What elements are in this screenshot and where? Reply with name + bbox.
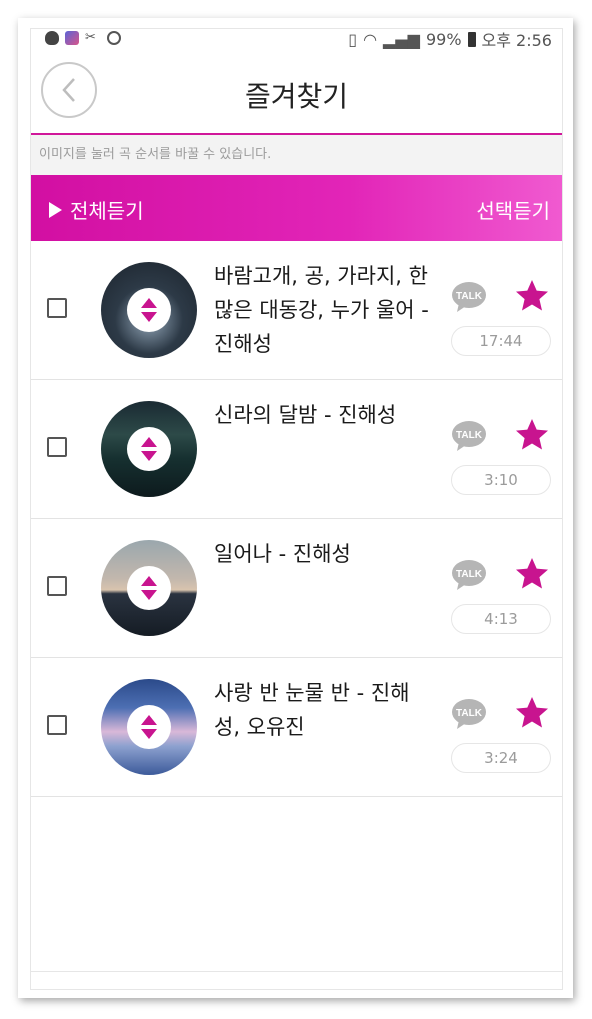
battery-percent: 99%: [425, 29, 462, 49]
song-title[interactable]: 바람고개, 공, 가라지, 한 많은 대동강, 누가 울어 - 진해성: [214, 259, 429, 361]
select-checkbox[interactable]: [47, 576, 67, 596]
action-bar: 전체듣기 선택듣기: [31, 175, 562, 241]
list-item: 사랑 반 눈물 반 - 진해성, 오유진 TALK 3:24: [31, 658, 562, 797]
tools-notification-icon: ✂: [85, 30, 96, 45]
song-title[interactable]: 신라의 달밤 - 진해성: [214, 398, 429, 432]
app-notification-icon: [45, 31, 59, 45]
select-checkbox[interactable]: [47, 298, 67, 318]
vibrate-icon: ▯: [348, 29, 358, 49]
album-thumbnail[interactable]: [101, 262, 197, 358]
favorites-list: 바람고개, 공, 가라지, 한 많은 대동강, 누가 울어 - 진해성 TALK…: [31, 241, 562, 797]
phone-screen: ✂ ▯ ◠ ▂▄▆ 99% 오후 2:56 즐겨찾기 이미지를 눌러 곡 순서를…: [30, 28, 563, 990]
duration-badge: 3:24: [451, 743, 551, 773]
header: 즐겨찾기: [31, 51, 562, 135]
album-thumbnail[interactable]: [101, 540, 197, 636]
alarm-icon: [107, 31, 121, 45]
clock: 오후 2:56: [481, 31, 552, 50]
status-bar: ✂ ▯ ◠ ▂▄▆ 99% 오후 2:56: [31, 29, 562, 51]
play-all-label: 전체듣기: [70, 199, 144, 223]
duration-badge: 4:13: [451, 604, 551, 634]
song-title[interactable]: 사랑 반 눈물 반 - 진해성, 오유진: [214, 676, 429, 744]
list-item: 일어나 - 진해성 TALK 4:13: [31, 519, 562, 658]
duration-badge: 17:44: [451, 326, 551, 356]
battery-icon: [467, 31, 476, 47]
bottom-divider: [31, 971, 562, 972]
reorder-handle-icon[interactable]: [127, 705, 171, 749]
reorder-handle-icon[interactable]: [127, 566, 171, 610]
kakaotalk-share-icon[interactable]: TALK: [451, 420, 487, 452]
reorder-handle-icon[interactable]: [127, 288, 171, 332]
reorder-hint: 이미지를 눌러 곡 순서를 바꿀 수 있습니다.: [31, 135, 562, 175]
reorder-handle-icon[interactable]: [127, 427, 171, 471]
page-title: 즐겨찾기: [244, 80, 349, 113]
talk-label: TALK: [456, 291, 483, 302]
select-checkbox[interactable]: [47, 715, 67, 735]
talk-label: TALK: [456, 430, 483, 441]
list-item: 바람고개, 공, 가라지, 한 많은 대동강, 누가 울어 - 진해성 TALK…: [31, 241, 562, 380]
kakaotalk-share-icon[interactable]: TALK: [451, 559, 487, 591]
signal-icon: ▂▄▆: [383, 29, 420, 49]
talk-label: TALK: [456, 569, 483, 580]
favorite-star-icon[interactable]: [515, 418, 549, 452]
list-item: 신라의 달밤 - 진해성 TALK 3:10: [31, 380, 562, 519]
duration-badge: 3:10: [451, 465, 551, 495]
kakaotalk-share-icon[interactable]: TALK: [451, 698, 487, 730]
select-checkbox[interactable]: [47, 437, 67, 457]
gallery-notification-icon: [65, 31, 79, 45]
play-selected-button[interactable]: 선택듣기: [476, 195, 550, 224]
talk-label: TALK: [456, 708, 483, 719]
notification-icons: ✂: [45, 31, 121, 45]
kakaotalk-share-icon[interactable]: TALK: [451, 281, 487, 313]
wifi-icon: ◠: [363, 29, 378, 49]
play-icon: [49, 201, 62, 218]
album-thumbnail[interactable]: [101, 679, 197, 775]
album-thumbnail[interactable]: [101, 401, 197, 497]
status-right: ▯ ◠ ▂▄▆ 99% 오후 2:56: [348, 29, 552, 51]
favorite-star-icon[interactable]: [515, 279, 549, 313]
favorite-star-icon[interactable]: [515, 696, 549, 730]
song-title[interactable]: 일어나 - 진해성: [214, 537, 429, 571]
play-all-button[interactable]: 전체듣기: [49, 195, 144, 224]
favorite-star-icon[interactable]: [515, 557, 549, 591]
